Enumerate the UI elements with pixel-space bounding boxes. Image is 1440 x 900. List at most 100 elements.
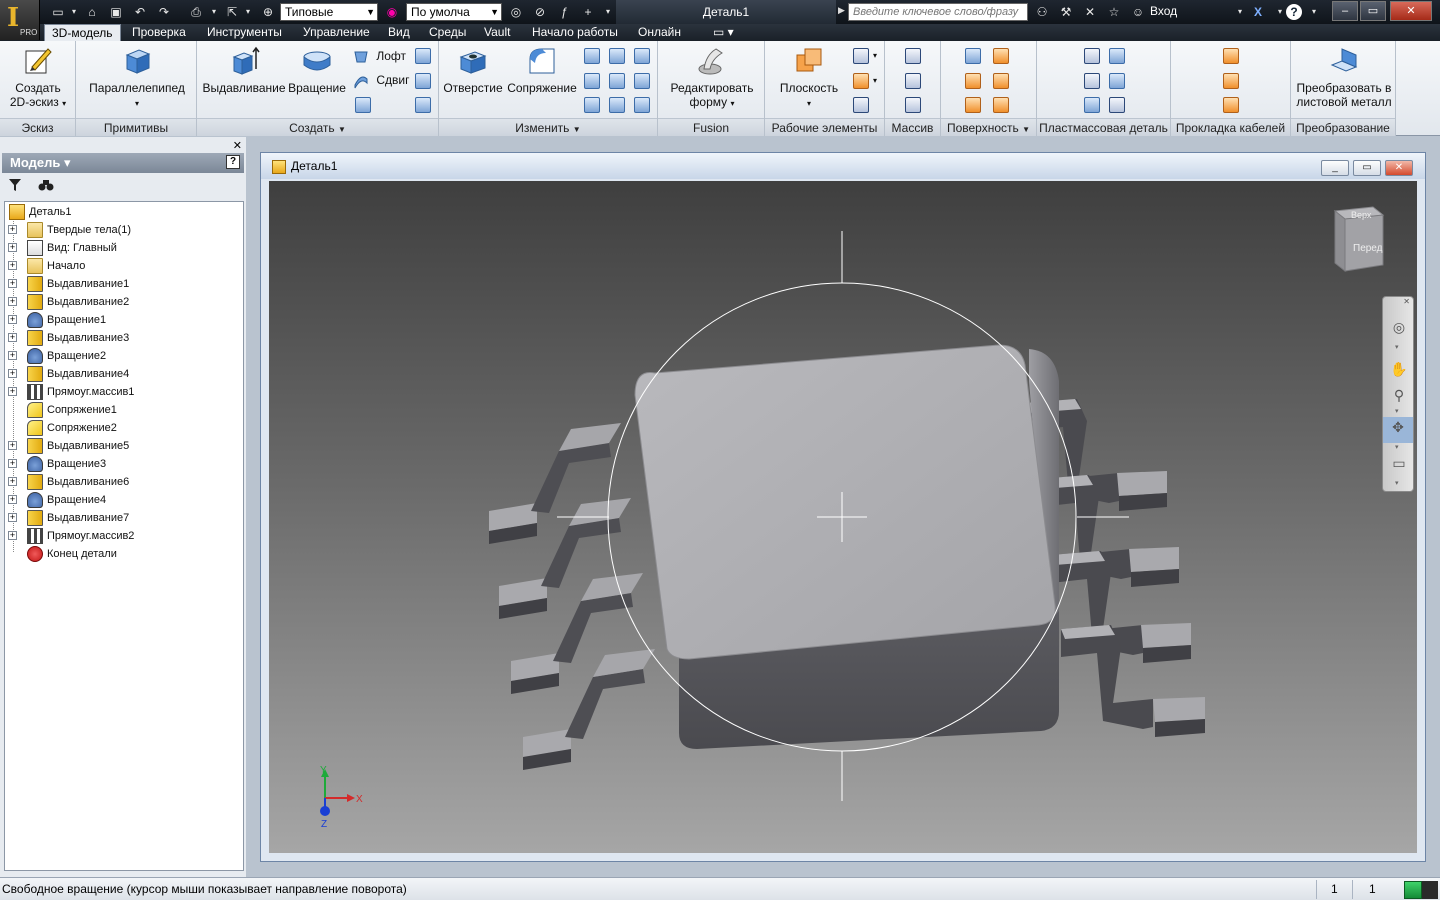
find-binoculars-icon[interactable] (38, 178, 54, 192)
emboss-button[interactable] (413, 71, 433, 91)
help-icon[interactable]: ? (1286, 4, 1302, 20)
function-icon[interactable]: ƒ (556, 4, 572, 20)
axis-button[interactable] (851, 46, 871, 66)
add-icon[interactable]: + (580, 4, 596, 20)
point-dropdown-icon[interactable]: ▾ (873, 76, 877, 85)
direct-edit-button[interactable] (632, 71, 652, 91)
ribbon-options-icon[interactable]: ▭ ▾ (706, 24, 741, 41)
extrude-button[interactable]: Выдавливание (201, 45, 287, 95)
signin-dropdown-icon[interactable]: ▾ (1232, 4, 1248, 20)
extend-button[interactable] (963, 95, 983, 115)
browser-header[interactable]: Модель ▾ ? (2, 153, 244, 173)
help-dropdown-icon[interactable]: ▾ (1306, 4, 1322, 20)
trim-button[interactable] (991, 71, 1011, 91)
revolve-button[interactable]: Вращение (285, 45, 349, 95)
tree-item[interactable]: + Выдавливание2 (5, 293, 241, 311)
browser-help-icon[interactable]: ? (226, 155, 240, 169)
search-expand-icon[interactable]: ▶ (838, 5, 845, 16)
look-at-icon[interactable]: ▭ (1389, 453, 1409, 473)
coil-button[interactable] (413, 46, 433, 66)
panel-label-surface[interactable]: Поверхность ▼ (941, 118, 1036, 136)
maximize-button[interactable]: ▭ (1360, 1, 1386, 21)
expand-icon[interactable]: + (8, 459, 17, 468)
tab-view[interactable]: Вид (381, 24, 417, 41)
print-icon[interactable]: ⎙ (188, 4, 204, 20)
favorites-star-icon[interactable]: ☆ (1106, 4, 1122, 20)
chamfer-button[interactable] (582, 46, 602, 66)
navbar-options-icon[interactable]: ▾ (1395, 479, 1399, 487)
plane-button[interactable]: Плоскость ▾ (769, 45, 849, 111)
move-face-button[interactable] (632, 95, 652, 115)
zoom-icon[interactable]: ⚲ (1389, 385, 1409, 405)
close-button[interactable]: ✕ (1390, 1, 1432, 21)
exchange-apps-icon[interactable]: X (1250, 4, 1266, 20)
stitch-button[interactable] (963, 46, 983, 66)
point-button[interactable] (851, 71, 871, 91)
expand-icon[interactable]: + (8, 225, 17, 234)
tree-item[interactable]: + Выдавливание7 (5, 509, 241, 527)
expand-icon[interactable]: + (8, 441, 17, 450)
patch-button[interactable] (991, 46, 1011, 66)
pan-icon[interactable]: ✋ (1389, 359, 1409, 379)
subscription-icon[interactable]: ⚒ (1058, 4, 1074, 20)
tree-item[interactable]: Сопряжение1 (5, 401, 241, 419)
customize-dropdown-icon[interactable]: ▾ (600, 4, 616, 20)
tree-item[interactable]: Деталь1 (5, 203, 241, 221)
save-icon[interactable]: ▣ (108, 4, 124, 20)
communication-center-icon[interactable]: ✕ (1082, 4, 1098, 20)
tab-get-started[interactable]: Начало работы (525, 24, 625, 41)
convert-to-sheet-metal-button[interactable]: Преобразовать в листовой металл (1293, 45, 1395, 109)
tab-environments[interactable]: Среды (422, 24, 473, 41)
loft-button[interactable]: Лофт (353, 46, 406, 66)
tree-item[interactable]: + Выдавливание4 (5, 365, 241, 383)
chevron-down-icon[interactable]: ▾ (1395, 407, 1399, 415)
expand-icon[interactable]: + (8, 333, 17, 342)
open-icon[interactable]: ⌂ (84, 4, 100, 20)
tree-item[interactable]: + Вид: Главный (5, 239, 241, 257)
tree-item[interactable]: + Твердые тела(1) (5, 221, 241, 239)
update-icon[interactable]: ⊕ (260, 4, 276, 20)
search-input[interactable] (848, 3, 1028, 21)
new-dropdown-icon[interactable]: ▾ (66, 4, 82, 20)
hole-button[interactable]: Отверстие (441, 45, 505, 95)
graphics-viewport[interactable]: Y X Z Верх Перед ✕ ◎ ▾ ✋ ⚲ ▾ ✥ ▾ ▭ ▾ (269, 181, 1417, 853)
panel-label-modify[interactable]: Изменить ▼ (439, 118, 657, 136)
chevron-down-icon[interactable]: ▾ (1395, 343, 1399, 351)
navbar-close-icon[interactable]: ✕ (1403, 297, 1410, 306)
user-icon[interactable]: ☺ (1130, 4, 1146, 20)
expand-icon[interactable]: + (8, 243, 17, 252)
ucs-button[interactable] (851, 95, 871, 115)
tree-item[interactable]: + Прямоуг.массив2 (5, 527, 241, 545)
chevron-down-icon[interactable]: ▾ (1395, 443, 1399, 451)
appearance-select[interactable]: Типовые ▼ (280, 3, 378, 21)
browser-close-icon[interactable]: ✕ (233, 139, 242, 152)
tree-item[interactable]: + Вращение2 (5, 347, 241, 365)
document-restore-button[interactable]: ▭ (1353, 160, 1381, 176)
grill-button[interactable] (1082, 46, 1102, 66)
select-icon[interactable]: ⇱ (224, 4, 240, 20)
lip-button[interactable] (1107, 95, 1127, 115)
tree-item[interactable]: + Выдавливание1 (5, 275, 241, 293)
binoculars-icon[interactable]: ⚇ (1034, 4, 1050, 20)
undo-icon[interactable]: ↶ (132, 4, 148, 20)
thicken-button[interactable] (607, 95, 627, 115)
expand-icon[interactable]: + (8, 387, 17, 396)
boss-button[interactable] (1082, 71, 1102, 91)
edit-form-button[interactable]: Редактировать форму ▾ (662, 45, 762, 111)
box-primitive-button[interactable]: Параллелепипед ▾ (84, 45, 190, 111)
rib-button[interactable] (353, 95, 373, 115)
tab-tools[interactable]: Инструменты (200, 24, 289, 41)
tab-inspect[interactable]: Проверка (125, 24, 193, 41)
cable-remove-button[interactable] (1221, 95, 1241, 115)
filter-icon[interactable] (8, 178, 22, 192)
circular-pattern-button[interactable] (903, 71, 923, 91)
minimize-button[interactable]: ‒ (1332, 1, 1358, 21)
tree-item[interactable]: + Вращение3 (5, 455, 241, 473)
expand-icon[interactable]: + (8, 495, 17, 504)
rectangular-pattern-button[interactable] (903, 46, 923, 66)
expand-icon[interactable]: + (8, 531, 17, 540)
draft-button[interactable] (582, 95, 602, 115)
expand-icon[interactable]: + (8, 351, 17, 360)
measure-icon[interactable]: ◎ (508, 4, 524, 20)
expand-icon[interactable]: + (8, 477, 17, 486)
